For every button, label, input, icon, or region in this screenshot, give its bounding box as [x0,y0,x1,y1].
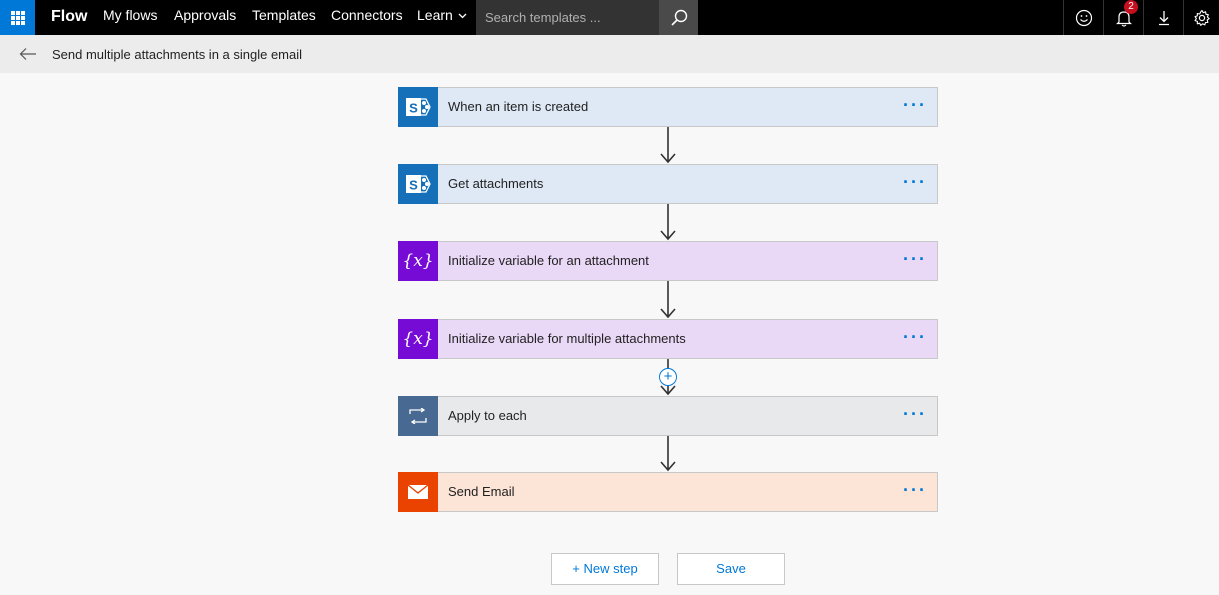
variable-icon: {x} [398,319,438,359]
more-options-button[interactable]: ··· [903,473,927,507]
step-label: Apply to each [448,408,527,423]
smiley-icon [1075,9,1092,26]
flow-header: Send multiple attachments in a single em… [0,35,1219,73]
flow-title: Send multiple attachments in a single em… [52,47,303,62]
step-label: When an item is created [448,99,589,114]
step-card-get-attachments[interactable]: S Get attachments ··· [398,164,938,204]
step-label: Initialize variable for multiple attachm… [448,331,686,346]
svg-text:S: S [409,178,418,193]
settings-button[interactable] [1183,0,1219,35]
new-step-button[interactable]: + New step [551,553,659,585]
more-options-button[interactable]: ··· [903,165,927,199]
feedback-button[interactable] [1063,0,1103,35]
svg-text:{x}: {x} [402,251,433,271]
more-options-button[interactable]: ··· [903,88,927,122]
download-button[interactable] [1143,0,1183,35]
back-button[interactable] [18,44,38,64]
loop-icon [398,396,438,436]
variable-icon: {x} [398,241,438,281]
connector-arrow [660,436,676,472]
nav-my-flows[interactable]: My flows [103,0,157,35]
svg-text:{x}: {x} [402,329,433,349]
connector-arrow [660,127,676,164]
search-icon [670,9,687,26]
step-card-init-variable-attachment[interactable]: {x} Initialize variable for an attachmen… [398,241,938,281]
nav-learn[interactable]: Learn [417,0,467,35]
more-options-button[interactable]: ··· [903,397,927,431]
search-input[interactable] [476,0,659,35]
step-card-send-email[interactable]: Send Email ··· [398,472,938,512]
mail-icon [398,472,438,512]
step-label: Initialize variable for an attachment [448,253,649,268]
nav-templates[interactable]: Templates [252,0,316,35]
save-button[interactable]: Save [677,553,785,585]
step-card-when-item-created[interactable]: S When an item is created ··· [398,87,938,127]
download-icon [1158,10,1169,25]
more-options-button[interactable]: ··· [903,242,927,276]
brand-logo[interactable]: Flow [51,0,87,35]
sharepoint-icon: S [398,87,438,127]
step-card-init-variable-multiple[interactable]: {x} Initialize variable for multiple att… [398,319,938,359]
search-button[interactable] [659,0,698,35]
step-label: Send Email [448,484,515,499]
nav-connectors[interactable]: Connectors [331,0,403,35]
sharepoint-icon: S [398,164,438,204]
connector-arrow [660,281,676,319]
notification-badge: 2 [1124,0,1138,14]
app-launcher-button[interactable] [0,0,35,35]
notifications-button[interactable]: 2 [1103,0,1143,35]
gear-icon [1193,9,1210,26]
step-label: Get attachments [448,176,544,191]
svg-text:S: S [409,101,418,116]
connector-arrow [660,204,676,241]
more-options-button[interactable]: ··· [903,320,927,354]
waffle-icon [10,10,25,25]
step-card-apply-to-each[interactable]: Apply to each ··· [398,396,938,436]
search-box [476,0,659,35]
top-nav-bar: Flow My flows Approvals Templates Connec… [0,0,1219,35]
nav-learn-label: Learn [417,7,453,23]
chevron-down-icon [458,13,467,19]
arrow-left-icon [19,48,36,60]
nav-approvals[interactable]: Approvals [174,0,236,35]
insert-step-button[interactable]: + [659,368,677,386]
